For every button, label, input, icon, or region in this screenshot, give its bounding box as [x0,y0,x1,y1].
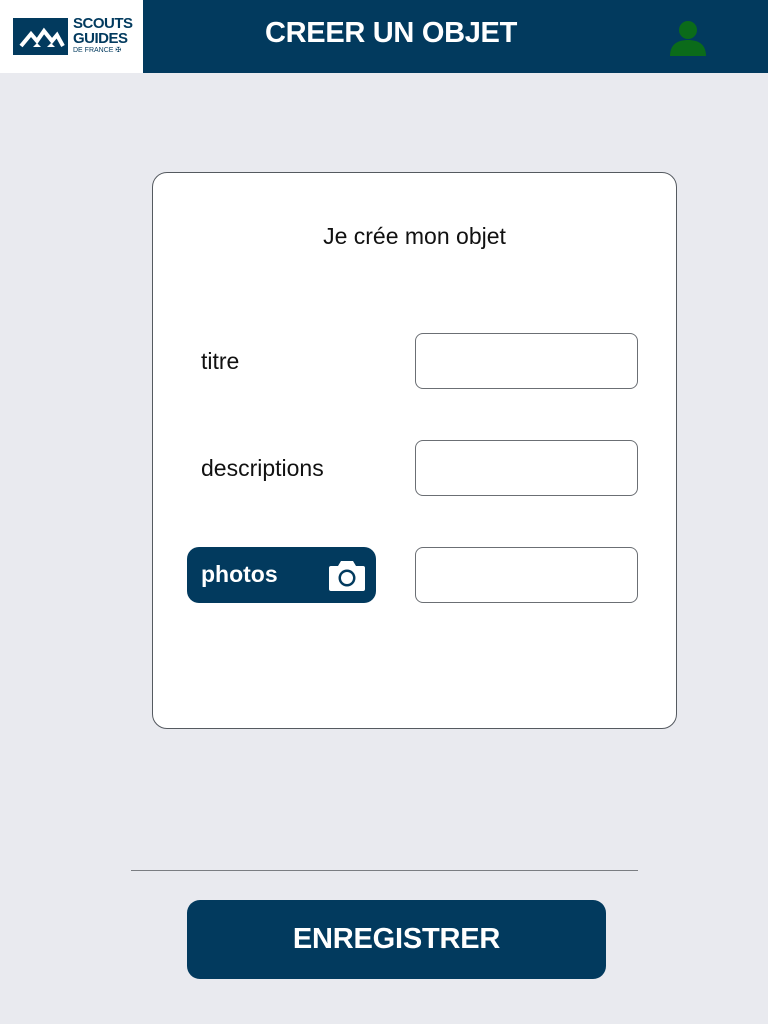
logo-line-1: SCOUTS [73,15,133,32]
form-title: Je crée mon objet [323,223,506,249]
page-title: CREER UN OBJET [265,17,517,49]
descriptions-input[interactable] [415,440,638,496]
photos-input[interactable] [415,547,638,603]
camera-icon [328,558,366,592]
create-object-card: Je crée mon objet titre descriptions pho… [152,172,677,729]
logo-mountain-icon [13,18,68,55]
save-button[interactable]: ENREGISTRER [187,900,606,979]
scouts-guides-logo: SCOUTS GUIDES DE FRANCE ✠ [0,0,143,73]
logo-line-3: DE FRANCE ✠ [73,47,122,54]
logo-line-2: GUIDES [73,30,128,47]
divider [131,870,638,871]
photos-button[interactable]: photos [187,547,376,603]
field-label-titre: titre [201,348,240,374]
titre-input[interactable] [415,333,638,389]
top-bar: SCOUTS GUIDES DE FRANCE ✠ CREER UN OBJET [0,0,768,73]
user-icon[interactable] [668,18,708,58]
field-label-descriptions: descriptions [201,455,324,481]
photos-button-label: photos [201,561,278,587]
logo-text: SCOUTS GUIDES DE FRANCE ✠ [73,16,133,54]
